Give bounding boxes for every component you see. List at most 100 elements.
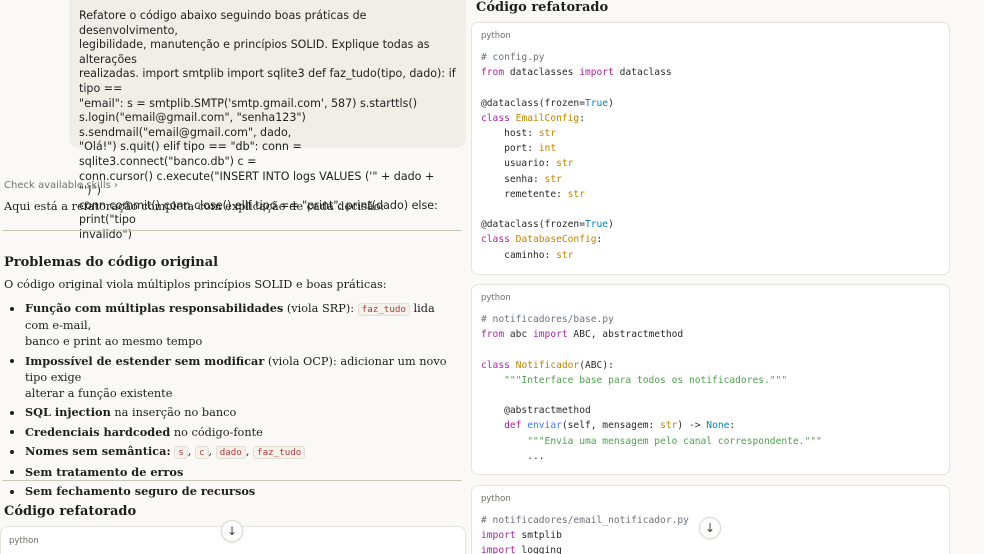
code-comment: # config.py <box>481 52 545 63</box>
code-text: abc <box>504 329 533 341</box>
chat-column: Refatore o código abaixo seguindo boas p… <box>0 0 466 554</box>
user-message: Refatore o código abaixo seguindo boas p… <box>69 0 466 241</box>
code-text: : <box>729 420 736 432</box>
code-text: ) -> <box>677 420 707 432</box>
code-builtin: True <box>584 97 609 109</box>
code-keyword: import <box>533 329 568 341</box>
code-type: str <box>567 188 585 200</box>
code-comment: # notificadores/email_notificador.py <box>481 515 689 526</box>
code-keyword: from <box>481 67 505 79</box>
issue-bold: Nomes sem semântica: <box>25 444 171 458</box>
list-item: Credenciais hardcoded no código-fonte <box>8 424 448 441</box>
code-decorator: @abstractmethod <box>504 405 591 417</box>
code-keyword: import <box>481 545 516 554</box>
inline-code: faz_tudo <box>357 303 410 316</box>
code-text: dataclass <box>613 67 672 79</box>
issue-bold: SQL injection <box>25 405 111 419</box>
user-message-line: "email": s = smtplib.SMTP('smtp.gmail.co… <box>79 96 418 110</box>
issue-text: (viola SRP): <box>283 302 358 315</box>
artifact-title: Código refatorado <box>476 0 609 15</box>
issue-bold: Sem fechamento seguro de recursos <box>25 484 256 498</box>
issue-text: alterar a função existente <box>25 386 173 400</box>
code-text: (ABC): <box>579 359 614 371</box>
code-text: dataclasses <box>504 67 580 79</box>
code-field: usuario <box>504 158 545 170</box>
inline-code: s <box>174 446 188 459</box>
user-message-line: conn.cursor() c.execute("INSERT INTO log… <box>79 169 435 198</box>
code-keyword: from <box>481 329 505 341</box>
code-builtin: None <box>706 420 730 432</box>
code-keyword: class <box>481 234 510 246</box>
code-type: str <box>556 249 574 261</box>
code-language-label: python <box>9 536 39 546</box>
code-type: str <box>544 173 562 185</box>
arrow-down-icon: ↓ <box>704 521 716 535</box>
chevron-right-icon: › <box>114 180 118 191</box>
response-intro: Aqui está a refatoração completa com exp… <box>4 200 385 213</box>
list-item: SQL injection na inserção no banco <box>8 404 448 421</box>
scroll-down-button[interactable]: ↓ <box>221 520 243 542</box>
user-message-line: legibilidade, manutenção e princípios SO… <box>79 38 430 66</box>
code-content: # notificadores/base.py from abc import … <box>481 312 940 464</box>
code-field: remetente <box>504 188 557 200</box>
code-comment: # notificadores/base.py <box>481 314 614 325</box>
list-item: Sem fechamento seguro de recursos <box>8 483 448 500</box>
list-item: Sem tratamento de erros <box>8 464 448 481</box>
code-docstring: """Envia uma mensagem pelo canal corresp… <box>527 435 822 447</box>
code-class-name: EmailConfig <box>515 112 580 124</box>
issue-text: na inserção no banco <box>110 406 237 419</box>
scroll-down-button[interactable]: ↓ <box>699 517 721 539</box>
code-language-label: python <box>481 31 511 41</box>
divider <box>2 480 462 481</box>
arrow-down-icon: ↓ <box>226 524 238 538</box>
check-skills-link[interactable]: Check available skills › <box>4 180 118 191</box>
list-item: Nomes sem semântica: s, c, dado, faz_tud… <box>8 443 448 461</box>
user-message-line: realizadas. import smtplib import sqlite… <box>79 67 456 95</box>
code-keyword: class <box>481 359 510 371</box>
list-item: Impossível de estender sem modificar (vi… <box>8 353 448 402</box>
code-field: port <box>504 143 528 155</box>
list-item: Função com múltiplas responsabilidades (… <box>8 300 448 350</box>
code-field: senha <box>504 173 533 185</box>
section-intro-problems: O código original viola múltiplos princí… <box>4 278 387 291</box>
check-skills-label: Check available skills <box>4 180 111 191</box>
code-block-config: python # config.py from dataclasses impo… <box>471 22 950 275</box>
issue-bold: Impossível de estender sem modificar <box>25 353 265 368</box>
section-title-problems: Problemas do código original <box>4 255 219 270</box>
inline-code: c <box>194 446 209 459</box>
code-field: host <box>504 128 528 140</box>
code-builtin: True <box>584 219 609 231</box>
code-decorator: @dataclass(frozen= <box>481 219 585 231</box>
issue-bold: Sem tratamento de erros <box>25 464 184 479</box>
code-text: ) <box>608 219 614 231</box>
issue-bold: Credenciais hardcoded <box>25 424 171 439</box>
code-language-label: python <box>481 494 511 504</box>
code-type: str <box>538 128 557 140</box>
code-docstring: """Interface base para todos os notifica… <box>504 374 788 386</box>
code-function-name: enviar <box>527 420 562 432</box>
code-text: smtplib <box>515 530 562 542</box>
code-class-name: DatabaseConfig <box>515 234 597 246</box>
issue-bold: Função com múltiplas responsabilidades <box>25 301 284 315</box>
code-keyword: class <box>481 112 510 124</box>
code-type: str <box>660 420 678 432</box>
code-keyword: import <box>579 67 614 79</box>
code-type: int <box>538 143 557 155</box>
issues-list: Função com múltiplas responsabilidades (… <box>8 300 448 503</box>
code-block-base: python # notificadores/base.py from abc … <box>471 284 950 475</box>
issue-text: no código-fonte <box>170 425 263 439</box>
inline-code: faz_tudo <box>253 446 306 459</box>
issue-text: banco e print ao mesmo tempo <box>25 335 203 348</box>
code-text: ABC, abstractmethod <box>567 329 684 341</box>
user-message-line: Refatore o código abaixo seguindo boas p… <box>79 9 367 37</box>
divider <box>2 230 462 231</box>
code-field: caminho <box>504 249 545 261</box>
code-type: str <box>556 158 574 170</box>
code-keyword: import <box>481 530 516 542</box>
code-content: # config.py from dataclasses import data… <box>481 52 672 261</box>
code-decorator: @dataclass(frozen= <box>481 97 585 109</box>
code-text: logging <box>515 545 562 554</box>
code-text: ... <box>527 450 545 462</box>
user-message-line: s.login("email@gmail.com", "senha123") s… <box>79 111 306 139</box>
user-message-line: "Olá!") s.quit() elif tipo == "db": conn… <box>79 140 302 168</box>
